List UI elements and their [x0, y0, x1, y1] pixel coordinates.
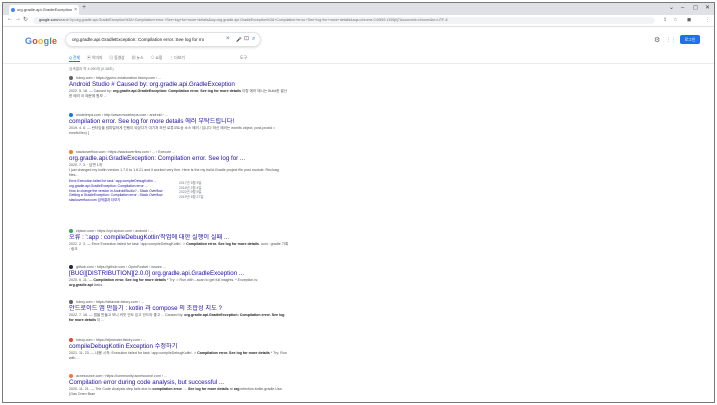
result-snippet: 2022. 2. 3. — Error Execution failed for… [69, 242, 289, 251]
search-tab[interactable]: ⋮ 더보기 [169, 56, 184, 60]
site-favicon-icon [69, 113, 73, 118]
url-host: google.com [39, 18, 58, 22]
minimize-button[interactable]: – [681, 3, 684, 13]
result-snippet: 2022. 5. 18. — Caused by: org.gradle.api… [69, 89, 288, 98]
browser-window: org.gradle.api.GradleException × + ⌄ – ◻… [2, 2, 715, 403]
share-icon[interactable]: ⇪ [663, 17, 667, 23]
result-stats: 검색결과 약 4,990개 (0.38초) [69, 67, 114, 71]
search-tab[interactable]: ▣ 이미지 [87, 56, 102, 60]
lens-icon[interactable]: ⊡ [244, 33, 249, 46]
search-result: zlpkon.com › https://zpl.zlpkon.com › an… [69, 228, 289, 252]
clear-search-icon[interactable]: × [226, 33, 230, 46]
search-result: hdroy.com › https://eljmmuler.tistory.co… [69, 337, 289, 361]
site-favicon-icon [69, 338, 73, 343]
bookmark-star-icon[interactable]: ☆ [673, 17, 677, 23]
search-input[interactable]: org.gradle.api.GradleException: Compilat… [72, 33, 204, 46]
search-result: modelerpa.com › http://www.modelerpa.com… [69, 112, 289, 136]
result-snippet: 2020. 6. 11. — Compilation error. See lo… [69, 278, 258, 287]
close-window-button[interactable]: ✕ [705, 3, 710, 13]
site-favicon-icon [69, 265, 73, 270]
result-title-link[interactable]: 오류 : ':app : compileDebugKotlin'작업에 대한 실… [69, 234, 289, 242]
search-result: stackoverflow.com › https://stackoverflo… [69, 149, 289, 202]
login-button[interactable]: 로그인 [680, 35, 700, 44]
result-title-link[interactable]: Android Studio # Caused by: org.gradle.a… [69, 81, 289, 89]
search-tab[interactable]: ▦ 뉴스 [132, 56, 144, 60]
result-snippet: 2019. 4. 8. — 런타임을 컴파일하게 진행이 되었다가 여기처 보던… [69, 126, 276, 135]
tab-title: org.gradle.api.GradleException [17, 7, 73, 12]
search-tab[interactable]: ◇ 쇼핑 [151, 56, 163, 60]
search-box[interactable]: org.gradle.api.GradleException: Compilat… [65, 32, 261, 47]
forward-button[interactable]: → [15, 16, 21, 22]
browser-toolbar: ← → ↻ google.com/search?q=org.gradle.api… [3, 15, 714, 27]
result-title-link[interactable]: Compilation error during code analysis, … [69, 379, 289, 387]
apps-grid-icon[interactable]: ⋮⋮ [666, 37, 676, 43]
url-path: /search?q=org.gradle.api.GradleException… [57, 18, 448, 22]
result-title-link[interactable]: [BUG][DISTRIBUTION][2.0.0] org.gradle.ap… [69, 270, 289, 278]
search-tabs: Q 전체 ▣ 이미지 ▤ 동영상 ▦ 뉴스 ◇ 쇼핑 ⋮ 더보기 [69, 54, 192, 62]
reload-button[interactable]: ↻ [23, 16, 28, 23]
tab-close-icon[interactable]: × [74, 5, 77, 15]
tab-strip: org.gradle.api.GradleException × + ⌄ – ◻… [3, 3, 714, 15]
result-sublinks: Error:Execution failed for task ':app:co… [69, 179, 289, 202]
result-title-link[interactable]: org.gradle.api.GradleException: Compilat… [69, 155, 289, 163]
maximize-button[interactable]: ◻ [693, 3, 698, 13]
result-snippet: 2020. 11. 21. — The Code Analysis step f… [69, 387, 282, 396]
result-title-link[interactable]: compilation error. See log for more deta… [69, 118, 289, 126]
site-favicon-icon [69, 374, 73, 379]
result-title-link[interactable]: 안드로이드 앱 만들기 : kotlin 과 compose 의 조합성 지도 … [69, 305, 289, 313]
new-tab-button[interactable]: + [82, 4, 86, 11]
browser-tab[interactable]: org.gradle.api.GradleException × [9, 5, 79, 15]
search-icon[interactable]: ⌕ [252, 33, 255, 46]
logo-letter: e [52, 36, 58, 46]
tab-search-chevron-icon[interactable]: ⌄ [669, 3, 674, 13]
search-result: acnesource.com › https://community.acnes… [69, 373, 289, 397]
site-favicon-icon [69, 150, 73, 155]
search-tab[interactable]: Q 전체 [69, 56, 80, 62]
search-result: github.com › https://github.com › OpenRo… [69, 264, 289, 288]
search-result: hdroy.com › https://delavsie.tistory.com… [69, 299, 289, 323]
settings-icon[interactable]: ⚙ [654, 36, 660, 44]
voice-search-icon[interactable]: 🎤 [236, 33, 242, 46]
result-snippet: 2021. 11. 23. — 내용 시작: Execution failed … [69, 351, 287, 360]
back-button[interactable]: ← [7, 16, 13, 22]
site-favicon-icon [69, 300, 73, 305]
site-favicon-icon [69, 229, 73, 234]
google-logo[interactable]: Google [25, 36, 57, 46]
search-result: hdroy.com › https://gyuho-eclaboration.t… [69, 75, 289, 99]
result-snippet: 2020. 7. 3. · 답변 1개 I just changed my kot… [69, 163, 279, 177]
header-divider [3, 63, 714, 64]
search-tab[interactable]: ▤ 동영상 [109, 56, 124, 60]
site-favicon-icon [69, 76, 73, 81]
tools-button[interactable]: 도구 [240, 54, 247, 62]
browser-menu-icon[interactable]: ⋮ [705, 17, 710, 23]
profile-icon[interactable]: ◼ [687, 17, 691, 23]
result-snippet: 2022. 7. 16. — 앱을 만들고 보니 커밋 안도 있고 안드라 좋고… [69, 313, 285, 322]
address-bar[interactable]: google.com/search?q=org.gradle.api.Gradl… [33, 17, 655, 24]
result-title-link[interactable]: compileDebugKotlin Exception 수정하기 [69, 343, 289, 351]
google-favicon-icon [11, 8, 15, 12]
